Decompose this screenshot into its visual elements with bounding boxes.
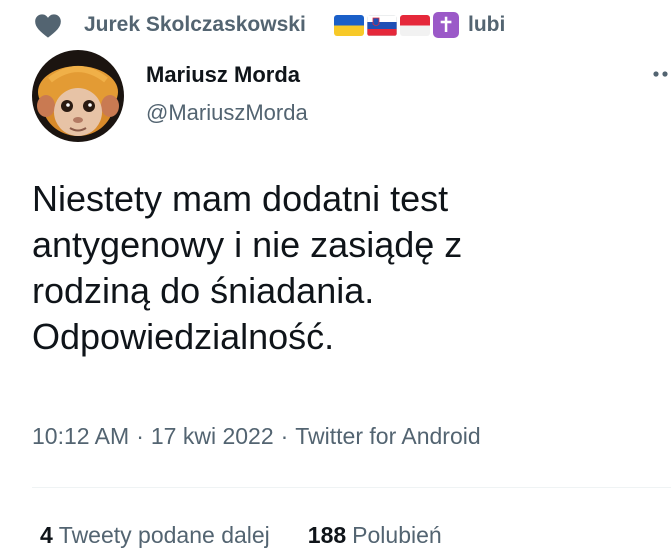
tweet-meta: 10:12 AM · 17 kwi 2022 · Twitter for Android (32, 423, 481, 450)
likes-stat[interactable]: 188 Polubień (308, 522, 442, 549)
author-handle[interactable]: @MariuszMorda (146, 100, 308, 126)
meta-separator: · (280, 423, 289, 449)
tweet-text-line: Odpowiedzialność. (32, 316, 335, 357)
retweets-count: 4 (40, 522, 53, 548)
meta-separator: · (136, 423, 144, 449)
tweet-text-line: Niestety mam dodatni test (32, 178, 449, 219)
likes-label: Polubień (352, 522, 442, 548)
tweet-text-line: rodziną do śniadania. (32, 270, 375, 311)
more-options-icon[interactable] (652, 70, 670, 78)
tweet-stats: 4 Tweety podane dalej 188 Polubień (40, 522, 442, 549)
liker-name[interactable]: Jurek Skolczaskowski (84, 13, 306, 37)
liked-label: lubi (468, 13, 506, 36)
divider (32, 487, 671, 488)
tweet-time[interactable]: 10:12 AM (32, 423, 129, 449)
monkey-avatar-icon (32, 50, 124, 142)
cross-icon: ✝ (433, 12, 459, 38)
indonesia-flag-icon (400, 14, 430, 36)
retweets-label: Tweety podane dalej (58, 522, 270, 548)
author-name[interactable]: Mariusz Morda (146, 62, 300, 88)
likes-count: 188 (307, 522, 347, 548)
heart-icon (35, 14, 61, 38)
slovenia-flag-icon (367, 14, 397, 36)
tweet-text-line: antygenowy i nie zasiądę z (32, 224, 463, 265)
ukraine-flag-icon (334, 14, 364, 36)
avatar[interactable] (32, 50, 124, 142)
tweet-source[interactable]: Twitter for Android (295, 423, 480, 449)
retweets-stat[interactable]: 4 Tweety podane dalej (40, 522, 270, 549)
liker-emoji-flags: ✝ (334, 12, 459, 38)
tweet-date[interactable]: 17 kwi 2022 (151, 423, 274, 449)
tweet-text: Niestety mam dodatni test antygenowy i n… (32, 176, 652, 360)
